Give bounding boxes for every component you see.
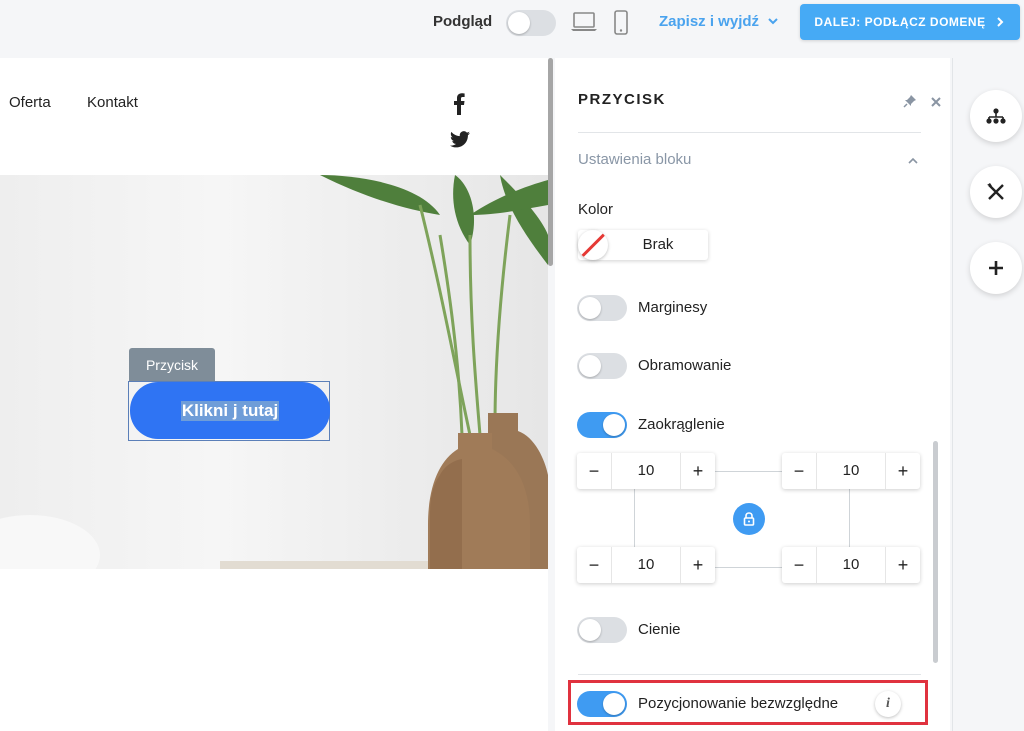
preview-toggle[interactable] [506,10,556,36]
radius-bottom-right-stepper[interactable]: − 10 + [782,547,920,583]
preview-label: Podgląd [433,13,493,30]
pin-icon[interactable] [903,94,917,113]
cta-button[interactable]: Klikni j tutaj [130,382,330,439]
twitter-icon[interactable] [450,131,470,153]
no-color-swatch-icon [578,230,608,260]
decrement-button[interactable]: − [782,555,816,576]
shadows-toggle[interactable] [577,617,627,643]
chevron-up-icon[interactable] [907,153,919,171]
rail-divider [952,58,953,731]
canvas-scrollbar[interactable] [548,58,553,266]
shadows-label: Cienie [638,621,681,638]
border-toggle[interactable] [577,353,627,379]
increment-button[interactable]: + [681,461,715,482]
radius-bottom-left-stepper[interactable]: − 10 + [577,547,715,583]
add-icon[interactable] [970,242,1022,294]
hero-image [0,175,548,569]
increment-button[interactable]: + [886,555,920,576]
save-exit-label: Zapisz i wyjdź [659,13,760,30]
chevron-right-icon [996,17,1003,27]
color-picker[interactable]: Brak [578,230,708,260]
element-tag: Przycisk [129,348,215,381]
radius-top-left-stepper[interactable]: − 10 + [577,453,715,489]
margins-label: Marginesy [638,299,708,316]
absolute-positioning-label: Pozycjonowanie bezwzględne [638,695,839,712]
lock-icon[interactable] [733,503,765,535]
radius-top-left-value[interactable]: 10 [611,453,681,489]
absolute-positioning-toggle[interactable] [577,691,627,717]
tools-icon[interactable] [970,166,1022,218]
close-icon[interactable] [930,95,942,113]
margins-toggle[interactable] [577,295,627,321]
facebook-icon[interactable] [452,93,466,120]
color-label: Kolor [578,201,614,218]
chevron-down-icon [768,18,778,25]
radius-top-right-stepper[interactable]: − 10 + [782,453,920,489]
cta-button-label[interactable]: Klikni j tutaj [180,400,280,421]
panel-divider [578,132,921,133]
rounding-toggle[interactable] [577,412,627,438]
increment-button[interactable]: + [681,555,715,576]
next-button-label: DALEJ: PODŁĄCZ DOMENĘ [814,15,986,29]
nav-item-oferta[interactable]: Oferta [9,94,51,111]
desktop-view-icon[interactable] [571,11,597,38]
section-title[interactable]: Ustawienia bloku [578,151,691,168]
decrement-button[interactable]: − [577,555,611,576]
next-connect-domain-button[interactable]: DALEJ: PODŁĄCZ DOMENĘ [800,4,1020,40]
panel-scrollbar[interactable] [933,441,938,663]
radius-bottom-left-value[interactable]: 10 [611,547,681,583]
decrement-button[interactable]: − [577,461,611,482]
mobile-view-icon[interactable] [613,10,629,41]
info-icon[interactable]: i [875,691,901,717]
rounding-label: Zaokrąglenie [638,416,725,433]
radius-bottom-right-value[interactable]: 10 [816,547,886,583]
decrement-button[interactable]: − [782,461,816,482]
radius-top-right-value[interactable]: 10 [816,453,886,489]
border-label: Obramowanie [638,357,732,374]
panel-title: PRZYCISK [578,91,666,108]
increment-button[interactable]: + [886,461,920,482]
nav-item-kontakt[interactable]: Kontakt [87,94,138,111]
sitemap-icon[interactable] [970,90,1022,142]
color-value: Brak [642,236,674,253]
save-exit-button[interactable]: Zapisz i wyjdź [659,13,779,30]
